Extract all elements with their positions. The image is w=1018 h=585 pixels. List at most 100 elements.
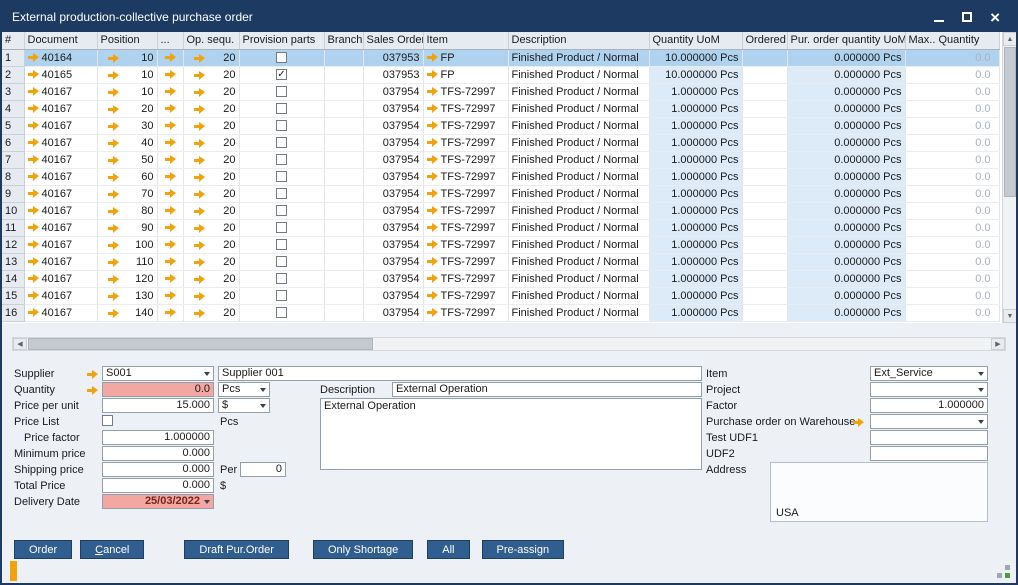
op-sequ-cell[interactable]: 20 — [183, 151, 239, 168]
dots-cell[interactable] — [157, 253, 183, 270]
currency-combo[interactable]: $ — [218, 398, 270, 413]
price-list-checkbox[interactable] — [102, 415, 113, 426]
dots-cell[interactable] — [157, 236, 183, 253]
horizontal-scrollbar[interactable]: ◀ ▶ — [12, 337, 1006, 351]
dots-cell[interactable] — [157, 270, 183, 287]
item-cell[interactable]: FP — [423, 49, 508, 66]
link-arrow-icon[interactable] — [28, 121, 39, 130]
link-arrow-icon[interactable] — [165, 138, 176, 147]
supplier-link-arrow-icon[interactable] — [87, 370, 98, 379]
position-cell[interactable]: 10 — [97, 66, 157, 83]
link-arrow-icon[interactable] — [108, 54, 119, 63]
quantity-cell[interactable]: 1.000000 Pcs — [649, 253, 742, 270]
table-row[interactable]: 7401675020037954TFS-72997Finished Produc… — [2, 151, 999, 168]
provision-checkbox[interactable] — [276, 52, 287, 63]
op-sequ-cell[interactable]: 20 — [183, 185, 239, 202]
pur-order-quantity-cell[interactable]: 0.000000 Pcs — [787, 117, 905, 134]
pur-order-quantity-cell[interactable]: 0.000000 Pcs — [787, 270, 905, 287]
pur-order-quantity-cell[interactable]: 0.000000 Pcs — [787, 287, 905, 304]
document-cell[interactable]: 40167 — [24, 304, 97, 321]
position-cell[interactable]: 140 — [97, 304, 157, 321]
provision-checkbox[interactable] — [276, 103, 287, 114]
link-arrow-icon[interactable] — [165, 104, 176, 113]
position-cell[interactable]: 100 — [97, 236, 157, 253]
link-arrow-icon[interactable] — [108, 122, 119, 131]
link-arrow-icon[interactable] — [108, 156, 119, 165]
dots-cell[interactable] — [157, 219, 183, 236]
link-arrow-icon[interactable] — [108, 275, 119, 284]
column-header[interactable]: Description — [508, 32, 649, 49]
project-combo[interactable] — [870, 382, 988, 397]
table-row[interactable]: 4401672020037954TFS-72997Finished Produc… — [2, 100, 999, 117]
column-header[interactable]: Ordered — [742, 32, 787, 49]
table-row[interactable]: 1401641020037953FPFinished Product / Nor… — [2, 49, 999, 66]
quantity-cell[interactable]: 1.000000 Pcs — [649, 151, 742, 168]
provision-checkbox[interactable] — [276, 239, 287, 250]
position-cell[interactable]: 60 — [97, 168, 157, 185]
quantity-cell[interactable]: 1.000000 Pcs — [649, 134, 742, 151]
op-sequ-cell[interactable]: 20 — [183, 100, 239, 117]
link-arrow-icon[interactable] — [165, 155, 176, 164]
sales-order-cell[interactable]: 037954 — [363, 185, 423, 202]
link-arrow-icon[interactable] — [165, 70, 176, 79]
total-price-field[interactable]: 0.000 — [102, 478, 214, 493]
sales-order-cell[interactable]: 037954 — [363, 134, 423, 151]
document-cell[interactable]: 40167 — [24, 236, 97, 253]
delivery-date-field[interactable]: 25/03/2022 — [102, 494, 214, 509]
link-arrow-icon[interactable] — [427, 308, 438, 317]
test-udf1-field[interactable] — [870, 430, 988, 445]
link-arrow-icon[interactable] — [108, 71, 119, 80]
dots-cell[interactable] — [157, 202, 183, 219]
minimize-icon[interactable] — [934, 20, 944, 22]
sales-order-cell[interactable]: 037953 — [363, 66, 423, 83]
close-icon[interactable]: × — [990, 10, 1000, 25]
per-field[interactable]: 0 — [240, 462, 286, 477]
link-arrow-icon[interactable] — [28, 104, 39, 113]
column-header[interactable]: Provision parts — [239, 32, 324, 49]
document-cell[interactable]: 40167 — [24, 202, 97, 219]
link-arrow-icon[interactable] — [194, 139, 205, 148]
link-arrow-icon[interactable] — [28, 155, 39, 164]
pur-order-quantity-cell[interactable]: 0.000000 Pcs — [787, 83, 905, 100]
link-arrow-icon[interactable] — [165, 172, 176, 181]
link-arrow-icon[interactable] — [427, 70, 438, 79]
horizontal-scroll-thumb[interactable] — [28, 338, 373, 350]
po-warehouse-link-arrow-icon[interactable] — [853, 418, 864, 427]
supplier-combo[interactable]: S001 — [102, 366, 214, 381]
link-arrow-icon[interactable] — [427, 223, 438, 232]
all-button[interactable]: All — [427, 540, 469, 559]
link-arrow-icon[interactable] — [108, 207, 119, 216]
dots-cell[interactable] — [157, 168, 183, 185]
op-sequ-cell[interactable]: 20 — [183, 304, 239, 321]
link-arrow-icon[interactable] — [194, 54, 205, 63]
op-sequ-cell[interactable]: 20 — [183, 270, 239, 287]
item-cell[interactable]: TFS-72997 — [423, 304, 508, 321]
sales-order-cell[interactable]: 037954 — [363, 304, 423, 321]
provision-parts-cell[interactable] — [239, 219, 324, 236]
provision-parts-cell[interactable] — [239, 304, 324, 321]
link-arrow-icon[interactable] — [194, 275, 205, 284]
link-arrow-icon[interactable] — [427, 257, 438, 266]
link-arrow-icon[interactable] — [165, 53, 176, 62]
table-row[interactable]: 9401677020037954TFS-72997Finished Produc… — [2, 185, 999, 202]
position-cell[interactable]: 40 — [97, 134, 157, 151]
document-cell[interactable]: 40167 — [24, 287, 97, 304]
column-header[interactable]: # — [2, 32, 24, 49]
description-field[interactable]: External Operation — [392, 382, 702, 397]
table-row[interactable]: 134016711020037954TFS-72997Finished Prod… — [2, 253, 999, 270]
link-arrow-icon[interactable] — [108, 258, 119, 267]
link-arrow-icon[interactable] — [194, 105, 205, 114]
pur-order-quantity-cell[interactable]: 0.000000 Pcs — [787, 185, 905, 202]
link-arrow-icon[interactable] — [427, 104, 438, 113]
column-header[interactable]: Max.. Quantity — [905, 32, 999, 49]
dots-cell[interactable] — [157, 304, 183, 321]
draft-pur-order-button[interactable]: Draft Pur.Order — [184, 540, 289, 559]
pur-order-quantity-cell[interactable]: 0.000000 Pcs — [787, 151, 905, 168]
table-row[interactable]: 124016710020037954TFS-72997Finished Prod… — [2, 236, 999, 253]
maximize-icon[interactable] — [962, 12, 972, 22]
table-row[interactable]: 144016712020037954TFS-72997Finished Prod… — [2, 270, 999, 287]
pur-order-quantity-cell[interactable]: 0.000000 Pcs — [787, 202, 905, 219]
provision-checkbox[interactable] — [276, 307, 287, 318]
link-arrow-icon[interactable] — [28, 223, 39, 232]
link-arrow-icon[interactable] — [427, 291, 438, 300]
